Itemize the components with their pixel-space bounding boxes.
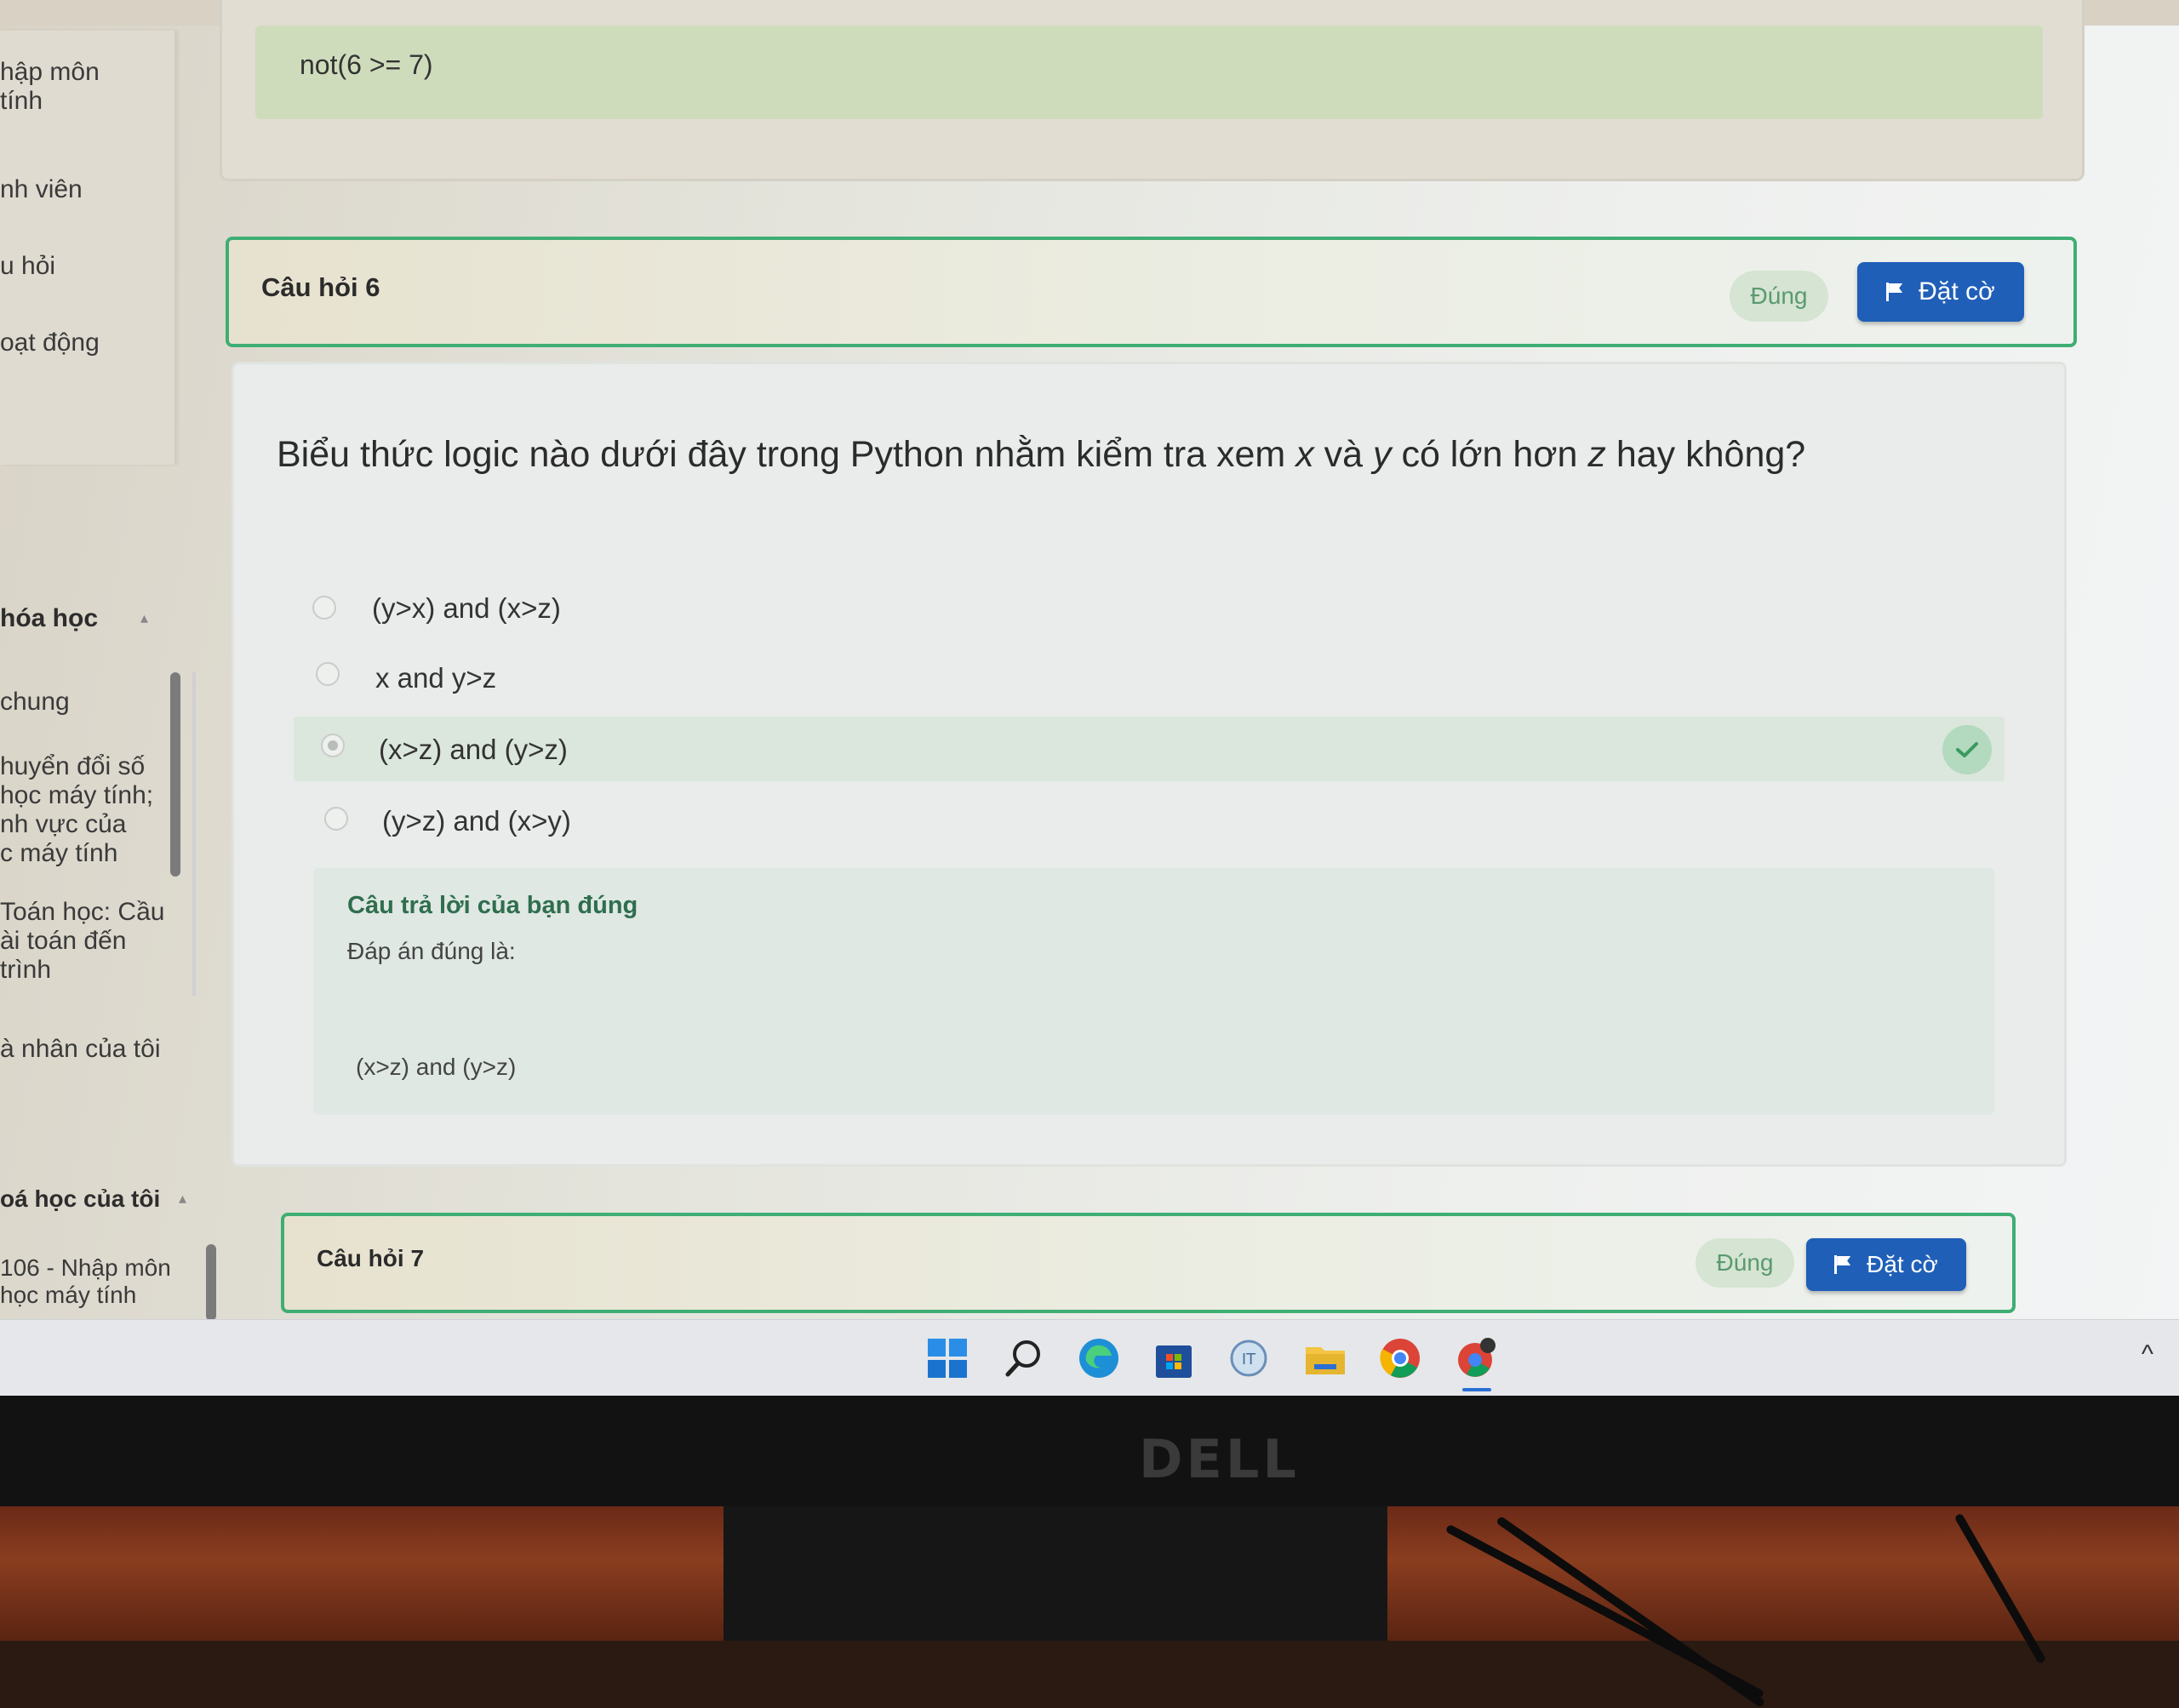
chevron-up-icon[interactable]: ▴ [179, 1190, 186, 1208]
option-label: (y>z) and (x>y) [382, 805, 571, 837]
question-text: Biểu thức logic nào dưới đây trong Pytho… [277, 434, 1806, 475]
feedback-correct-answer: (x>z) and (y>z) [356, 1054, 517, 1080]
sidebar-my-courses-header[interactable]: oá học của tôi [0, 1185, 160, 1214]
chevron-up-icon[interactable]: ^ [2142, 1340, 2153, 1369]
answer-option-c-selected[interactable]: (x>z) and (y>z) [294, 717, 2005, 781]
previous-answer-text: not(6 >= 7) [300, 49, 433, 80]
question-7-title: Câu hỏi 7 [317, 1245, 425, 1271]
question-6-title: Câu hỏi 6 [261, 272, 380, 302]
feedback-panel: Câu trả lời của bạn đúng Đáp án đúng là:… [313, 868, 1994, 1115]
flag-icon [1886, 283, 1905, 301]
sidebar-item-math[interactable]: Toán học: Cầu ài toán đến trình [0, 898, 164, 985]
monitor-bezel [0, 1396, 2179, 1506]
option-label: x and y>z [375, 662, 497, 694]
sidebar-item-my-course[interactable]: 106 - Nhập môn học máy tính [0, 1254, 171, 1309]
option-label: (x>z) and (y>z) [379, 734, 568, 765]
status-badge: Đúng [1730, 271, 1828, 322]
sidebar-item-activities[interactable]: oạt động [0, 328, 100, 357]
feedback-title: Câu trả lời của bạn đúng [347, 892, 638, 919]
previous-correct-answer: not(6 >= 7) [255, 26, 2043, 119]
sidebar-item-participants[interactable]: nh viên [0, 175, 83, 204]
chrome-profile-icon[interactable] [1452, 1335, 1498, 1381]
flag-button-label: Đặt cờ [1919, 277, 1995, 306]
sidebar-item-questions[interactable]: u hỏi [0, 252, 55, 281]
file-explorer-icon[interactable] [1302, 1335, 1348, 1381]
radio-button[interactable] [316, 662, 340, 686]
edge-icon[interactable] [1076, 1335, 1122, 1381]
flag-question-button[interactable]: Đặt cờ [1806, 1238, 1966, 1291]
sidebar-item-personal[interactable]: à nhân của tôi [0, 1035, 160, 1064]
flag-icon [1834, 1255, 1853, 1274]
chrome-icon[interactable] [1377, 1335, 1423, 1381]
active-app-indicator [1462, 1388, 1491, 1391]
question-7-header: Câu hỏi 7 Đúng Đặt cờ [281, 1213, 2016, 1313]
svg-text:IT: IT [1242, 1351, 1256, 1368]
answer-option-b[interactable]: x and y>z [294, 648, 1996, 713]
monitor-stand [723, 1506, 1387, 1641]
sidebar-upper-panel: hập môn tính nh viên u hỏi oạt động [0, 31, 176, 465]
browser-screen: hập môn tính nh viên u hỏi oạt động hóa … [0, 0, 2179, 1396]
sidebar-item-course-home[interactable]: hập môn tính [0, 58, 100, 116]
sidebar-item-general[interactable]: chung [0, 688, 70, 717]
dell-logo: DELL [1139, 1428, 1300, 1490]
radio-button[interactable] [312, 596, 336, 620]
status-badge: Đúng [1696, 1238, 1794, 1288]
radio-button-checked[interactable] [321, 734, 345, 757]
question-6-header: Câu hỏi 6 Đúng Đặt cờ [226, 237, 2077, 347]
flag-button-label: Đặt cờ [1867, 1251, 1938, 1277]
radio-button[interactable] [324, 807, 348, 831]
store-icon[interactable] [1151, 1335, 1197, 1381]
answer-option-d[interactable]: (y>z) and (x>y) [294, 790, 1996, 854]
sidebar-course-header[interactable]: hóa học [0, 604, 98, 633]
windows-start-icon[interactable] [924, 1335, 970, 1381]
search-icon[interactable] [1001, 1335, 1047, 1381]
sidebar-item-digital-transformation[interactable]: huyển đổi số học máy tính; nh vực của c … [0, 752, 153, 868]
chevron-up-icon[interactable]: ▴ [140, 609, 148, 627]
taskbar: IT ^ [0, 1319, 2179, 1396]
sidebar-scrollbar[interactable] [170, 672, 180, 877]
option-label: (y>x) and (x>z) [372, 592, 561, 624]
it-app-icon[interactable]: IT [1226, 1335, 1272, 1381]
feedback-subtitle: Đáp án đúng là: [347, 938, 516, 964]
sidebar-scroll-track [192, 672, 196, 996]
flag-question-button[interactable]: Đặt cờ [1857, 262, 2024, 322]
answer-option-a[interactable]: (y>x) and (x>z) [294, 580, 1996, 645]
sidebar-lower-scrollbar[interactable] [206, 1244, 216, 1321]
check-icon [1942, 725, 1992, 774]
